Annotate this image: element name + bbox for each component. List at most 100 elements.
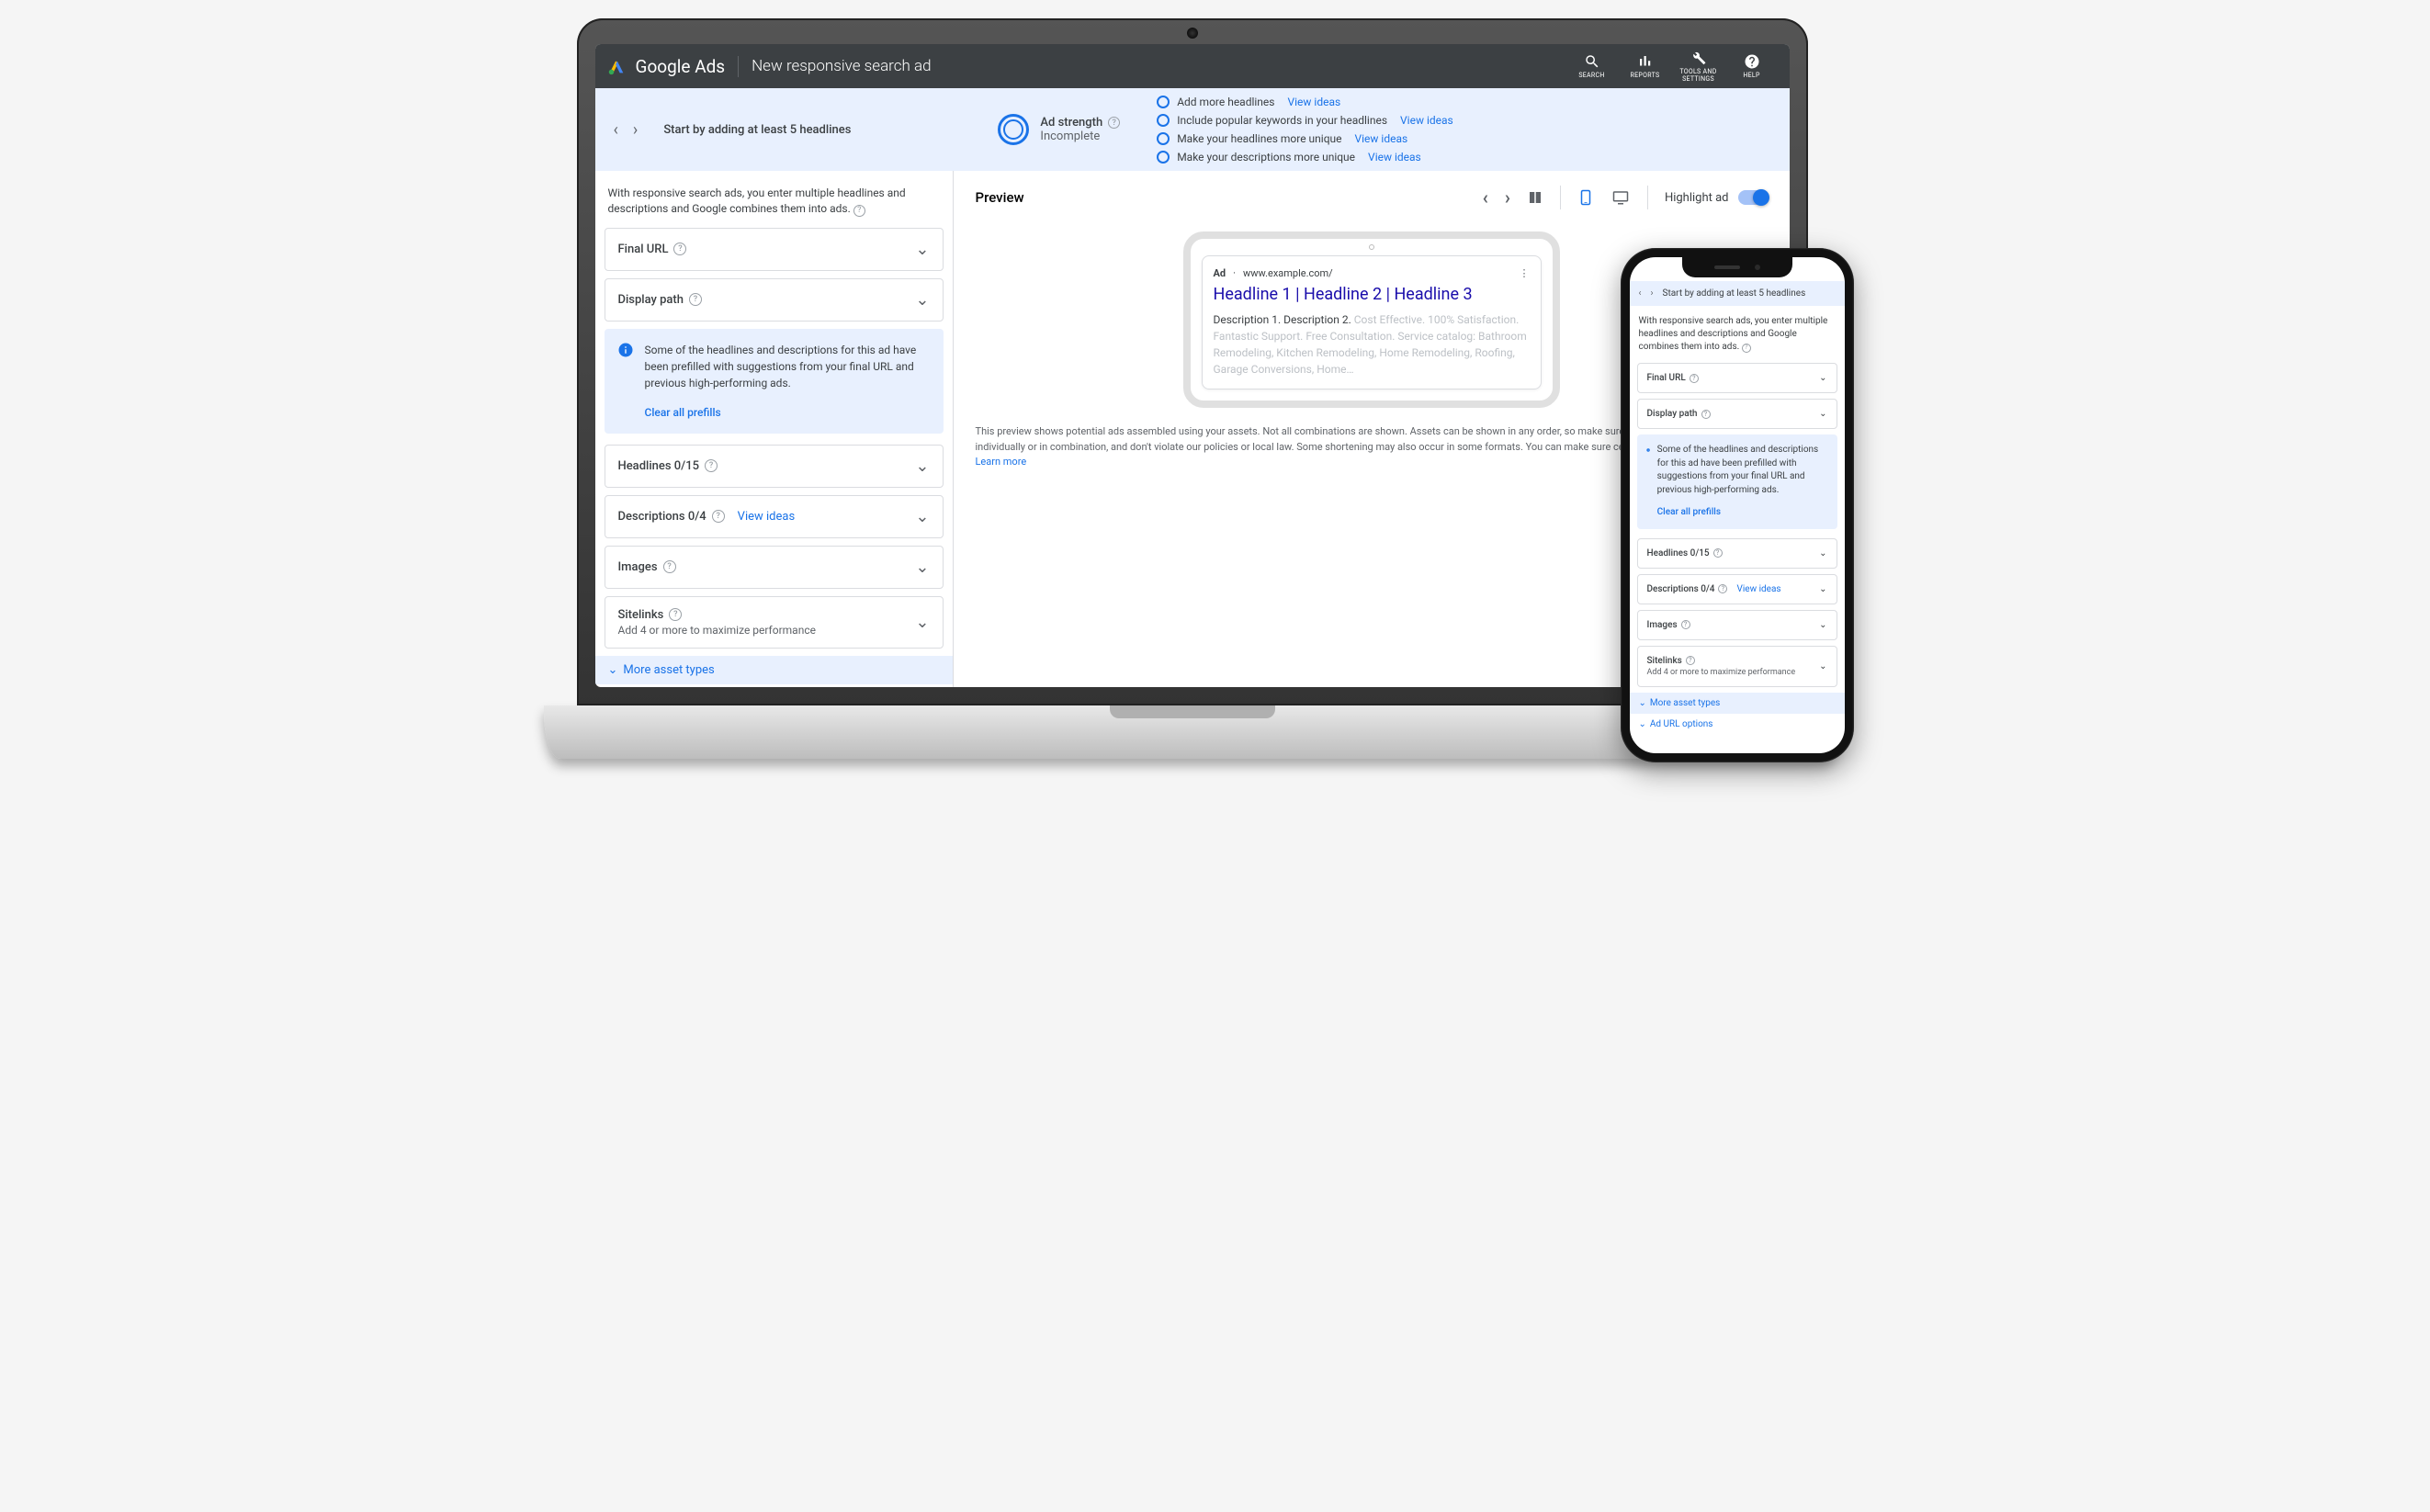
ad-preview-mobile-frame: Ad · www.example.com/ ⋮ Headline 1 | Hea…	[1183, 231, 1560, 408]
reports-button[interactable]: REPORTS	[1619, 53, 1672, 80]
help-icon[interactable]: ?	[1108, 117, 1120, 129]
view-ideas-link[interactable]: View ideas	[738, 510, 796, 524]
chevron-down-icon: ⌄	[915, 613, 929, 632]
descriptions-card[interactable]: Descriptions 0/4?View ideas ⌄	[605, 495, 944, 538]
chevron-down-icon: ⌄	[915, 457, 929, 476]
help-icon[interactable]: ?	[712, 510, 725, 523]
help-icon[interactable]: ?	[1718, 584, 1727, 593]
mobile-strength-bar: ‹ › Start by adding at least 5 headlines	[1630, 281, 1845, 306]
final-url-card[interactable]: Final URL?⌄	[1637, 363, 1837, 393]
chevron-down-icon: ⌄	[915, 507, 929, 526]
ad-url: www.example.com/	[1243, 267, 1333, 279]
chevron-down-icon: ⌄	[1819, 620, 1826, 630]
desktop-view-button[interactable]	[1611, 189, 1631, 206]
reports-icon	[1637, 53, 1654, 70]
help-icon[interactable]: ?	[1701, 410, 1711, 419]
display-path-card[interactable]: Display path? ⌄	[605, 278, 944, 322]
more-asset-types-button[interactable]: ⌄More asset types	[1630, 693, 1845, 714]
chevron-down-icon: ⌄	[1819, 661, 1826, 671]
phone-notch	[1682, 257, 1792, 277]
page-title: New responsive search ad	[739, 57, 931, 75]
mobile-view-button[interactable]	[1577, 187, 1594, 208]
prefill-info-box: Some of the headlines and descriptions f…	[605, 329, 944, 434]
chevron-down-icon: ⌄	[915, 240, 929, 259]
help-icon[interactable]: ?	[1742, 344, 1751, 353]
help-icon[interactable]: ?	[689, 293, 702, 306]
headlines-card[interactable]: Headlines 0/15? ⌄	[605, 445, 944, 488]
help-icon[interactable]: ?	[1681, 620, 1690, 629]
help-icon[interactable]: ?	[673, 243, 686, 255]
images-card[interactable]: Images?⌄	[1637, 610, 1837, 640]
view-ideas-link[interactable]: View ideas	[1288, 96, 1341, 108]
ad-menu-button[interactable]: ⋮	[1520, 267, 1530, 279]
ad-preview-card: Ad · www.example.com/ ⋮ Headline 1 | Hea…	[1202, 255, 1542, 389]
descriptions-card[interactable]: Descriptions 0/4?View ideas⌄	[1637, 574, 1837, 604]
checkbox-icon	[1157, 114, 1170, 127]
chevron-down-icon: ⌄	[1819, 373, 1826, 383]
tools-settings-button[interactable]: TOOLS AND SETTINGS	[1672, 50, 1725, 83]
wrench-icon	[1690, 50, 1707, 66]
help-icon[interactable]: ?	[705, 459, 718, 472]
headlines-card[interactable]: Headlines 0/15?⌄	[1637, 538, 1837, 569]
sitelinks-card[interactable]: Sitelinks? Add 4 or more to maximize per…	[605, 596, 944, 649]
help-icon[interactable]: ?	[663, 560, 676, 573]
start-hint: Start by adding at least 5 headlines	[663, 123, 851, 137]
chevron-down-icon: ⌄	[1819, 409, 1826, 419]
ad-url-options-button[interactable]: ⌄Ad URL options	[605, 684, 944, 687]
ad-strength-bar: ‹ › Start by adding at least 5 headlines…	[595, 88, 1790, 171]
google-ads-logo-icon	[606, 56, 627, 76]
view-ideas-link[interactable]: View ideas	[1400, 114, 1453, 127]
help-icon[interactable]: ?	[853, 205, 865, 217]
nav-next-button[interactable]: ›	[633, 120, 638, 140]
chevron-down-icon: ⌄	[608, 663, 618, 677]
ad-description: Description 1. Description 2.	[1214, 313, 1351, 326]
clear-prefills-button[interactable]: Clear all prefills	[645, 404, 931, 421]
info-icon	[1646, 444, 1650, 457]
help-icon[interactable]: ?	[1690, 374, 1699, 383]
intro-text: With responsive search ads, you enter mu…	[605, 182, 944, 228]
intro-text: With responsive search ads, you enter mu…	[1630, 306, 1845, 363]
preview-next-button[interactable]: ›	[1505, 186, 1510, 209]
ad-strength-ring-icon	[998, 114, 1029, 145]
images-card[interactable]: Images? ⌄	[605, 546, 944, 589]
search-button[interactable]: SEARCH	[1565, 53, 1619, 80]
info-icon	[617, 342, 634, 358]
help-icon	[1744, 53, 1760, 70]
ad-url-options-button[interactable]: ⌄Ad URL options	[1630, 714, 1845, 735]
nav-prev-button[interactable]: ‹	[614, 120, 618, 140]
checkbox-icon	[1157, 151, 1170, 164]
preview-prev-button[interactable]: ‹	[1483, 186, 1488, 209]
laptop-camera	[1187, 28, 1198, 39]
chevron-down-icon: ⌄	[915, 558, 929, 577]
nav-next-button[interactable]: ›	[1651, 288, 1654, 299]
columns-icon[interactable]	[1527, 189, 1543, 206]
final-url-card[interactable]: Final URL? ⌄	[605, 228, 944, 271]
view-ideas-link[interactable]: View ideas	[1368, 151, 1421, 164]
sitelinks-card[interactable]: Sitelinks?Add 4 or more to maximize perf…	[1637, 646, 1837, 687]
highlight-ad-toggle[interactable]	[1738, 190, 1768, 205]
learn-more-link[interactable]: Learn more	[976, 456, 1027, 468]
clear-prefills-button[interactable]: Clear all prefills	[1657, 506, 1828, 520]
ad-strength-status: Incomplete	[1040, 130, 1120, 143]
chevron-down-icon: ⌄	[915, 290, 929, 310]
help-icon[interactable]: ?	[669, 608, 682, 621]
display-path-card[interactable]: Display path?⌄	[1637, 399, 1837, 429]
chevron-down-icon: ⌄	[1819, 548, 1826, 559]
left-panel: With responsive search ads, you enter mu…	[595, 171, 954, 687]
view-ideas-link[interactable]: View ideas	[1355, 132, 1408, 145]
checkbox-icon	[1157, 96, 1170, 108]
app-header: Google Ads New responsive search ad SEAR…	[595, 44, 1790, 88]
highlight-ad-label: Highlight ad	[1665, 191, 1729, 205]
chevron-down-icon: ⌄	[1639, 698, 1646, 708]
ad-strength-label: Ad strength	[1040, 116, 1102, 130]
view-ideas-link[interactable]: View ideas	[1736, 584, 1780, 594]
search-icon	[1584, 53, 1600, 70]
help-button[interactable]: HELP	[1725, 53, 1779, 80]
help-icon[interactable]: ?	[1713, 548, 1723, 558]
ad-headline: Headline 1 | Headline 2 | Headline 3	[1214, 285, 1530, 304]
help-icon[interactable]: ?	[1686, 656, 1695, 665]
more-asset-types-button[interactable]: ⌄More asset types	[595, 656, 953, 684]
nav-prev-button[interactable]: ‹	[1639, 288, 1642, 299]
ad-badge: Ad	[1214, 267, 1226, 279]
chevron-down-icon: ⌄	[1639, 719, 1646, 729]
